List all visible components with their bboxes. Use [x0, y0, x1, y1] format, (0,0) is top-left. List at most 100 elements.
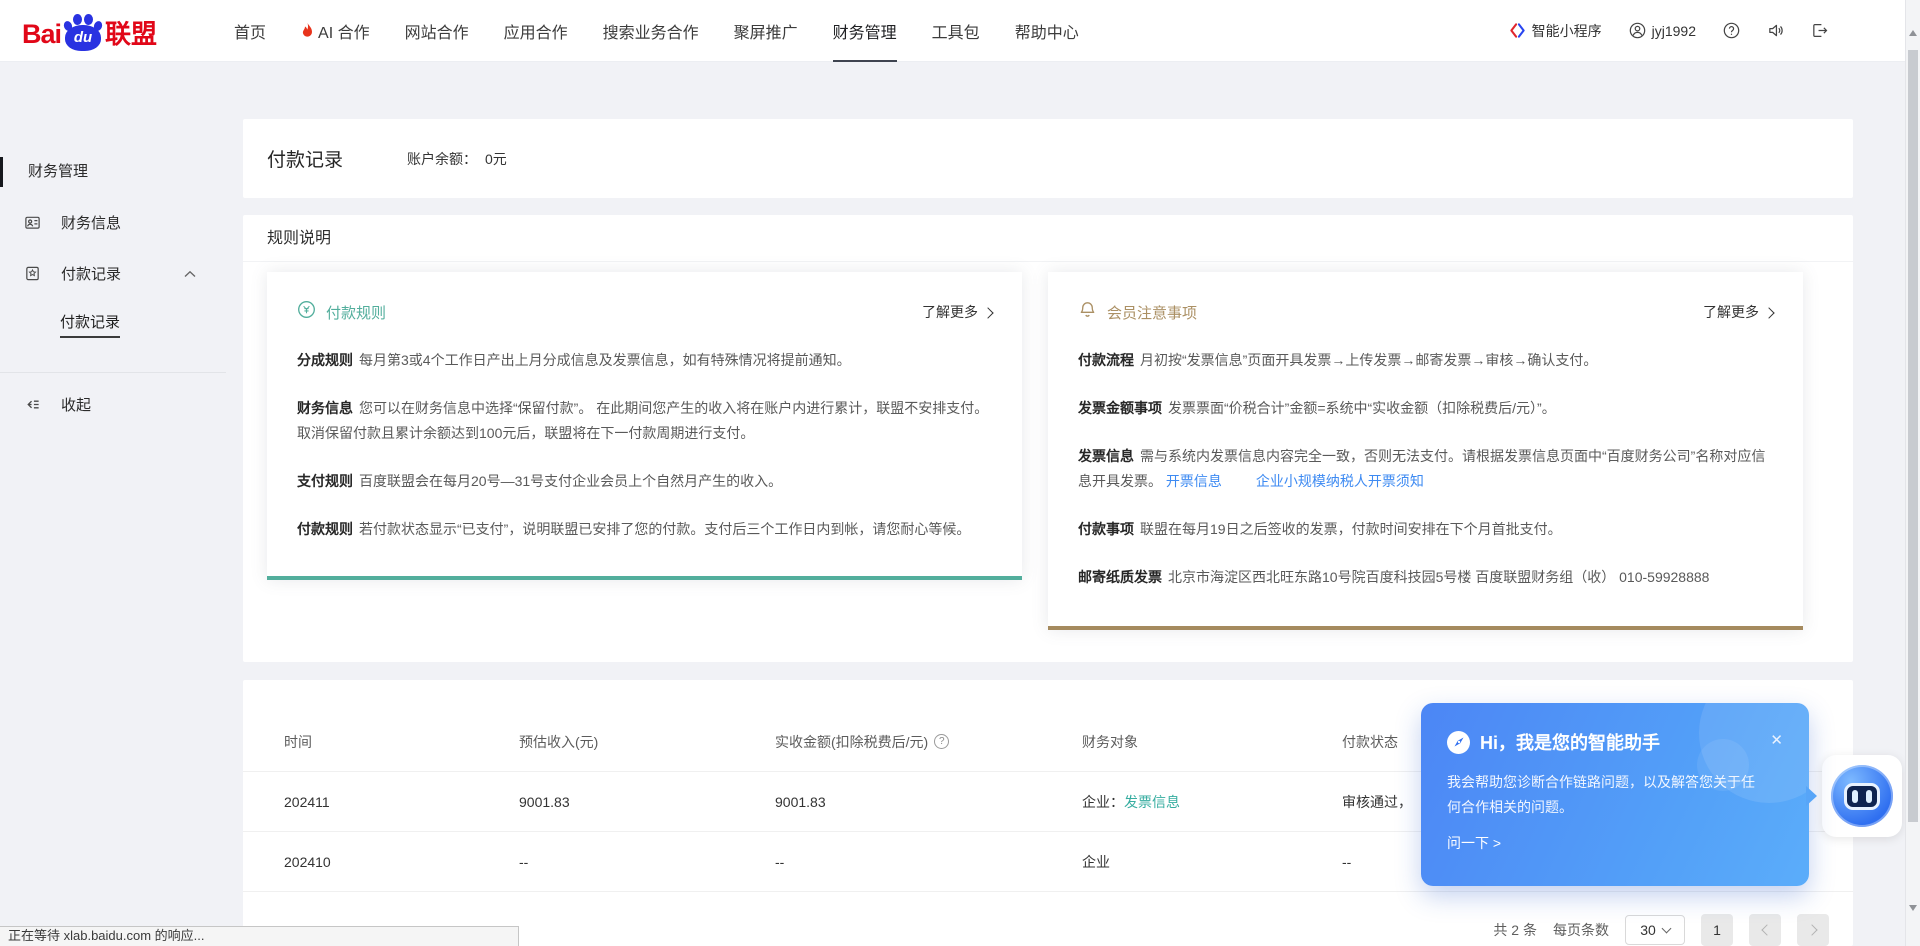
- assistant-robot-button[interactable]: [1822, 755, 1902, 837]
- nav-item-toolkit[interactable]: 工具包: [932, 0, 980, 62]
- baidu-paw-icon: du: [62, 11, 104, 51]
- assistant-popup: Hi，我是您的智能助手 ✕ 我会帮助您诊断合作链路问题，以及解答您关于任何合作相…: [1421, 703, 1809, 886]
- small-taxpayer-notice-link[interactable]: 企业小规模纳税人开票须知: [1256, 473, 1424, 489]
- per-page-label: 每页条数: [1553, 920, 1609, 940]
- smart-miniapp-entry[interactable]: 智能小程序: [1509, 21, 1602, 41]
- chevron-right-icon: [1806, 924, 1817, 935]
- col-header-estimated-income: 预估收入(元): [519, 732, 775, 752]
- scrollbar-thumb[interactable]: [1908, 50, 1918, 822]
- nav-item-screen-promotion[interactable]: 聚屏推广: [734, 0, 798, 62]
- page-title: 付款记录: [267, 145, 343, 172]
- sidebar: 财务管理 财务信息 付款记录 付款记录: [0, 62, 226, 946]
- sidebar-collapse-button[interactable]: 收起: [0, 386, 226, 422]
- main-nav: 首页 AI 合作 网站合作 应用合作 搜索业务合作 聚屏推广 财务管理 工具包 …: [234, 0, 1079, 62]
- nav-item-app-cooperation[interactable]: 应用合作: [504, 0, 568, 62]
- cell-finance-target: 企业：发票信息: [1082, 792, 1342, 812]
- assistant-title: Hi，我是您的智能助手: [1480, 729, 1660, 755]
- cell-time: 202411: [284, 794, 519, 810]
- sidebar-item-payment-records[interactable]: 付款记录: [0, 255, 226, 291]
- rules-card: 规则说明 付款规则 了解更多 分成规则每月第3或4个工作日产出上月分成信息及发票…: [243, 215, 1853, 662]
- flame-icon: [301, 23, 314, 39]
- assistant-header: Hi，我是您的智能助手 ✕: [1447, 729, 1783, 755]
- per-page-select[interactable]: 30: [1625, 915, 1685, 945]
- cell-time: 202410: [284, 854, 519, 870]
- rule-item: 财务信息您可以在财务信息中选择“保留付款”。 在此期间您产生的收入将在账户内进行…: [297, 396, 992, 446]
- cell-finance-target: 企业: [1082, 852, 1342, 872]
- nav-item-help-center[interactable]: 帮助中心: [1015, 0, 1079, 62]
- help-icon[interactable]: [1723, 22, 1740, 39]
- cell-estimated: 9001.83: [519, 794, 775, 810]
- sidebar-divider: [0, 372, 226, 373]
- navbar-utilities: 智能小程序 jyj1992: [1509, 21, 1920, 41]
- payment-rules-panel: 付款规则 了解更多 分成规则每月第3或4个工作日产出上月分成信息及发票信息，如有…: [267, 272, 1022, 580]
- logo-text-bai: Bai: [22, 17, 61, 51]
- pagination-total: 共 2 条: [1493, 920, 1537, 940]
- nav-item-home[interactable]: 首页: [234, 0, 266, 62]
- cell-actual: 9001.83: [775, 794, 1082, 810]
- question-circle-icon[interactable]: ?: [934, 734, 949, 749]
- payment-rules-title: 付款规则: [326, 302, 386, 323]
- chevron-left-icon: [1761, 924, 1772, 935]
- assistant-ask-link[interactable]: 问一下 >: [1447, 833, 1783, 853]
- logo-text-union: 联盟: [105, 17, 157, 51]
- collapse-icon: [24, 396, 41, 413]
- prev-page-button[interactable]: [1749, 914, 1781, 946]
- chevron-up-icon[interactable]: [184, 265, 196, 282]
- payment-rules-more-link[interactable]: 了解更多: [922, 302, 992, 322]
- user-icon: [1629, 22, 1646, 39]
- assistant-popup-arrow: [1806, 786, 1817, 806]
- rule-item: 邮寄纸质发票北京市海淀区西北旺东路10号院百度科技园5号楼 百度联盟财务组（收）…: [1078, 565, 1773, 590]
- sidebar-title-finance-management[interactable]: 财务管理: [0, 154, 226, 190]
- logout-icon[interactable]: [1811, 22, 1828, 39]
- scroll-down-arrow-icon[interactable]: [1909, 905, 1917, 911]
- scroll-up-arrow-icon[interactable]: [1909, 30, 1917, 36]
- finance-info-icon: [24, 214, 41, 231]
- member-notice-panel: 会员注意事项 了解更多 付款流程月初按“发票信息”页面开具发票→上传发票→邮寄发…: [1048, 272, 1803, 630]
- compass-icon: [1447, 731, 1470, 754]
- invoice-info-link[interactable]: 开票信息: [1166, 473, 1222, 489]
- col-header-time: 时间: [284, 732, 519, 752]
- close-icon[interactable]: ✕: [1770, 731, 1783, 749]
- account-balance-value: 0元: [485, 151, 507, 167]
- user-account[interactable]: jyj1992: [1629, 22, 1696, 39]
- coin-icon: [297, 300, 316, 324]
- rule-item: 付款规则若付款状态显示“已支付”，说明联盟已安排了您的付款。支付后三个工作日内到…: [297, 517, 992, 542]
- top-navbar: Bai du 联盟 首页 AI 合作 网站合作 应用合作 搜索业务合作 聚屏推广…: [0, 0, 1920, 62]
- member-notice-more-link[interactable]: 了解更多: [1703, 302, 1773, 322]
- pagination: 共 2 条 每页条数 30 1: [1493, 914, 1829, 946]
- rule-item: 支付规则百度联盟会在每月20号—31号支付企业会员上个自然月产生的收入。: [297, 469, 992, 494]
- sidebar-item-finance-info[interactable]: 财务信息: [0, 204, 226, 240]
- sidebar-subitem-payment-records[interactable]: 付款记录: [60, 308, 120, 338]
- nav-item-finance-management[interactable]: 财务管理: [833, 0, 897, 62]
- bell-icon: [1078, 300, 1097, 324]
- account-balance: 账户余额：0元: [407, 149, 507, 169]
- nav-item-ai-cooperation[interactable]: AI 合作: [301, 0, 370, 62]
- browser-status-bar: 正在等待 xlab.baidu.com 的响应...: [0, 926, 519, 946]
- payment-record-icon: [24, 265, 41, 282]
- assistant-message: 我会帮助您诊断合作链路问题，以及解答您关于任何合作相关的问题。: [1447, 770, 1767, 820]
- member-notice-title: 会员注意事项: [1107, 302, 1197, 323]
- rule-item: 分成规则每月第3或4个工作日产出上月分成信息及发票信息，如有特殊情况将提前通知。: [297, 348, 992, 373]
- baidu-union-logo[interactable]: Bai du 联盟: [22, 11, 234, 51]
- rule-item: 付款事项联盟在每月19日之后签收的发票，付款时间安排在下个月首批支付。: [1078, 517, 1773, 542]
- cell-estimated: --: [519, 854, 775, 870]
- invoice-info-table-link[interactable]: 发票信息: [1124, 794, 1180, 810]
- rule-item: 发票金额事项发票票面“价税合计”金额=系统中“实收金额（扣除税费后/元）”。: [1078, 396, 1773, 421]
- nav-item-website-cooperation[interactable]: 网站合作: [405, 0, 469, 62]
- rule-item: 付款流程月初按“发票信息”页面开具发票→上传发票→邮寄发票→审核→确认支付。: [1078, 348, 1773, 373]
- robot-avatar-icon: [1831, 765, 1893, 827]
- page-header-card: 付款记录 账户余额：0元: [243, 119, 1853, 198]
- col-header-actual-amount: 实收金额(扣除税费后/元) ?: [775, 732, 1082, 752]
- rules-heading: 规则说明: [243, 215, 1853, 262]
- page-number-button[interactable]: 1: [1701, 914, 1733, 946]
- next-page-button[interactable]: [1797, 914, 1829, 946]
- miniapp-diamond-icon: [1509, 22, 1526, 39]
- cell-actual: --: [775, 854, 1082, 870]
- vertical-scrollbar[interactable]: [1905, 0, 1920, 946]
- chevron-down-icon: [1661, 924, 1671, 934]
- col-header-finance-target: 财务对象: [1082, 732, 1342, 752]
- page: Bai du 联盟 首页 AI 合作 网站合作 应用合作 搜索业务合作 聚屏推广…: [0, 0, 1920, 946]
- nav-item-search-cooperation[interactable]: 搜索业务合作: [603, 0, 699, 62]
- rule-item: 发票信息需与系统内发票信息内容完全一致，否则无法支付。请根据发票信息页面中“百度…: [1078, 444, 1773, 494]
- sound-icon[interactable]: [1767, 22, 1784, 39]
